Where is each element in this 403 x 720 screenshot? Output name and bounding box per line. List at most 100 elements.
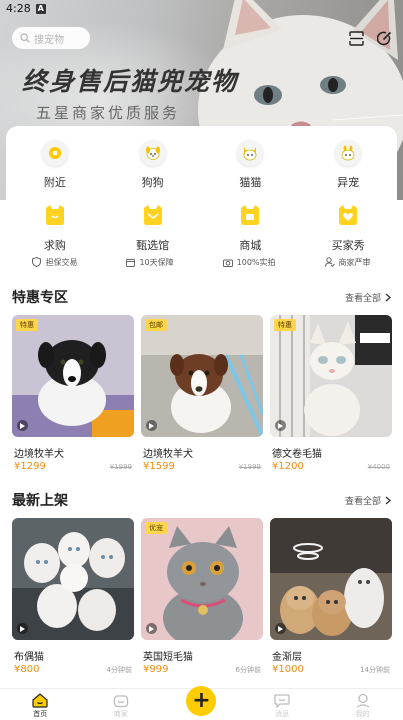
category-row-primary: 附近 狗狗 猫猫 异宠: [6, 140, 397, 190]
camera-icon: [222, 259, 233, 267]
nav-profile[interactable]: 我的: [328, 689, 398, 719]
product-price: ¥1000: [272, 664, 304, 675]
category-selection-hall[interactable]: 甄选馆: [114, 202, 192, 253]
product-card[interactable]: 金渐层 ¥1000 14分钟前: [270, 518, 392, 676]
cat-icon: [237, 140, 264, 166]
exotic-pet-icon: [335, 140, 362, 166]
see-all-label: 查看全部: [344, 496, 381, 507]
product-price: ¥1200: [272, 461, 304, 472]
product-tag: 包邮: [145, 319, 167, 331]
new-arrivals-header: 最新上架 查看全部: [12, 490, 391, 510]
listing-time: 6分钟前: [235, 665, 261, 674]
status-time: 4:28: [6, 2, 31, 15]
product-price: ¥1299: [14, 461, 46, 472]
search-placeholder: 搜宠物: [34, 34, 64, 46]
scan-icon: [349, 31, 364, 46]
buyer-show-icon: [335, 202, 361, 228]
product-card[interactable]: 布偶猫 ¥800 4分钟前: [12, 518, 134, 676]
product-name: 德文卷毛猫: [272, 449, 322, 460]
new-arrivals-grid: 布偶猫 ¥800 4分钟前 优宠 英国短毛猫 ¥999 6分钟前 金渐层 ¥10…: [12, 518, 392, 676]
nav-label: 消息: [275, 710, 290, 718]
guarantee-real-photo: 100%实拍: [222, 257, 276, 268]
person-check-icon: [324, 257, 335, 267]
listing-time: 4分钟前: [106, 665, 132, 674]
play-icon: [17, 420, 28, 431]
new-arrivals-title: 最新上架: [12, 493, 68, 509]
product-name: 英国短毛猫: [143, 652, 193, 663]
category-nearby[interactable]: 附近: [16, 140, 94, 190]
status-indicator-icon: A: [35, 3, 46, 14]
special-section-title: 特惠专区: [12, 290, 68, 306]
category-exotic[interactable]: 异宠: [309, 140, 387, 190]
product-card[interactable]: 特惠 德文卷毛猫 ¥1200 ¥4000: [270, 315, 392, 473]
product-card[interactable]: 特惠 边境牧羊犬 ¥1299 ¥1999: [12, 315, 134, 473]
product-original-price: ¥4000: [367, 462, 390, 471]
plus-icon: +: [186, 686, 217, 716]
chevron-right-icon: [385, 293, 391, 301]
product-name: 边境牧羊犬: [143, 449, 193, 460]
mall-icon: [237, 202, 263, 228]
price-row: ¥1200 ¥4000: [272, 461, 390, 472]
product-image: 特惠: [270, 315, 392, 437]
nav-home[interactable]: 首页: [5, 689, 75, 719]
edit-icon: [377, 31, 392, 46]
home-icon: [32, 692, 48, 708]
guarantee-escrow: 担保交易: [32, 257, 77, 268]
play-icon: [275, 420, 286, 431]
category-label: 猫猫: [239, 176, 262, 189]
product-card[interactable]: 包邮 边境牧羊犬 ¥1599 ¥1999: [141, 315, 263, 473]
special-product-grid: 特惠 边境牧羊犬 ¥1299 ¥1999 包邮 边境牧羊犬 ¥1599 ¥199…: [12, 315, 392, 473]
nav-messages[interactable]: 消息: [247, 689, 317, 719]
message-icon: [274, 692, 290, 708]
category-mall[interactable]: 商城: [211, 202, 289, 253]
product-tag: 特惠: [274, 319, 296, 331]
product-original-price: ¥1999: [109, 462, 132, 471]
store-icon: [113, 692, 129, 708]
guarantee-merchant-review: 商家严审: [324, 257, 371, 268]
special-section-header: 特惠专区 查看全部: [12, 287, 391, 307]
category-buyer-show[interactable]: 买家秀: [309, 202, 387, 253]
category-dogs[interactable]: 狗狗: [114, 140, 192, 190]
special-see-all-link[interactable]: 查看全部: [345, 291, 391, 304]
calendar-icon: [126, 258, 136, 267]
new-arrivals-see-all-link[interactable]: 查看全部: [345, 494, 391, 507]
play-icon: [275, 623, 286, 634]
chevron-right-icon: [385, 496, 391, 504]
banner-subslogan: 五星商家优质服务: [36, 104, 181, 122]
listing-time: 14分钟前: [360, 665, 390, 674]
product-tag: 特惠: [16, 319, 38, 331]
price-row: ¥800 4分钟前: [14, 664, 132, 675]
product-image: 特惠: [12, 315, 134, 437]
banner-slogan: 终身售后猫兜宠物: [22, 67, 239, 96]
shield-icon: [32, 257, 42, 267]
nav-label: 我的: [355, 710, 370, 718]
search-icon: [20, 33, 30, 43]
product-image: 优宠: [141, 518, 263, 640]
category-want-to-buy[interactable]: 求购: [16, 202, 94, 253]
play-icon: [146, 623, 157, 634]
price-row: ¥999 6分钟前: [143, 664, 261, 675]
bottom-navigation: 首页 商家 + 消息 我的: [0, 686, 403, 720]
guarantee-bar: 担保交易 10天保障 100%实拍 商家严审: [0, 251, 403, 273]
guarantee-label: 担保交易: [45, 257, 78, 267]
category-row-secondary: 求购 甄选馆 商城 买家秀: [6, 202, 397, 253]
profile-icon: [355, 692, 371, 708]
product-name: 边境牧羊犬: [14, 449, 64, 460]
product-name: 金渐层: [272, 652, 302, 663]
price-row: ¥1000 14分钟前: [272, 664, 390, 675]
product-original-price: ¥1999: [238, 462, 261, 471]
price-row: ¥1599 ¥1999: [143, 461, 261, 472]
guarantee-10-days: 10天保障: [126, 257, 174, 268]
guarantee-label: 商家严审: [338, 257, 371, 267]
edit-button[interactable]: [376, 30, 393, 47]
product-card[interactable]: 优宠 英国短毛猫 ¥999 6分钟前: [141, 518, 263, 676]
location-pin-icon: [41, 140, 68, 166]
nav-label: 商家: [113, 710, 128, 718]
selection-hall-icon: [140, 202, 166, 228]
price-row: ¥1299 ¥1999: [14, 461, 132, 472]
search-input[interactable]: 搜宠物: [12, 27, 90, 49]
category-cats[interactable]: 猫猫: [211, 140, 289, 190]
nav-publish[interactable]: +: [166, 686, 236, 716]
scan-button[interactable]: [348, 30, 365, 47]
nav-merchants[interactable]: 商家: [86, 689, 156, 719]
